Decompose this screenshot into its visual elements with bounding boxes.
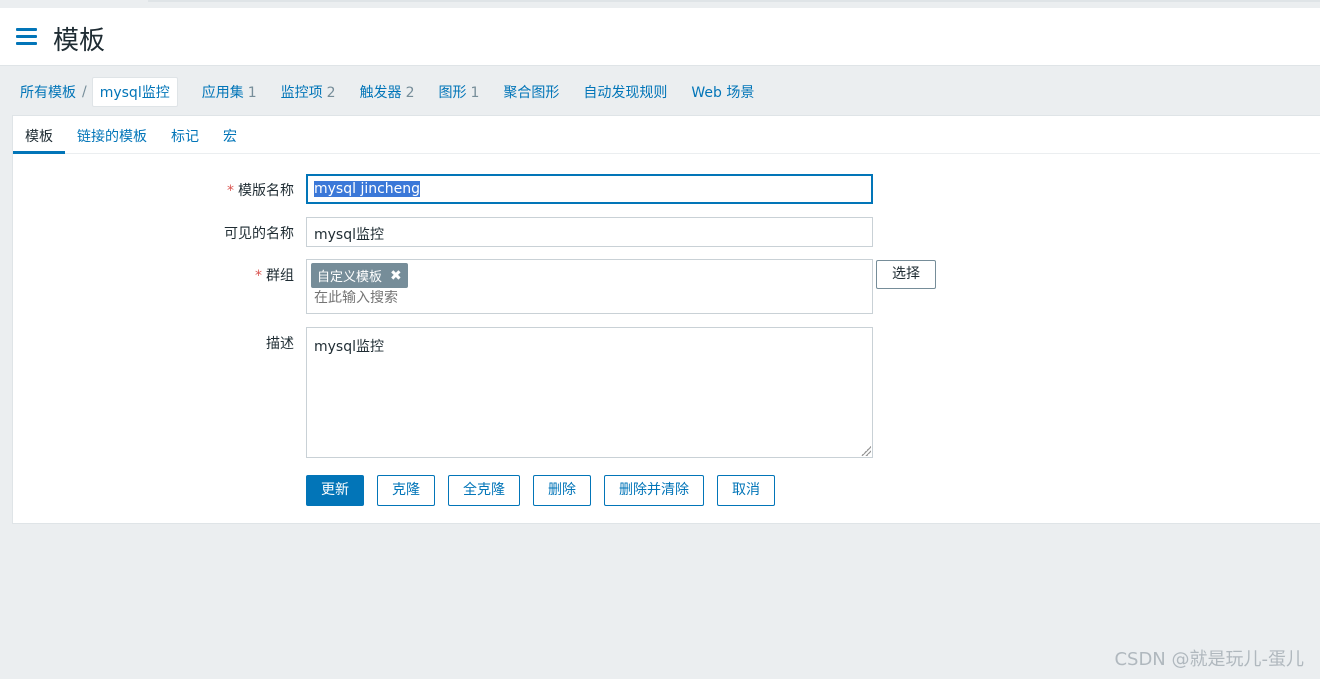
- tab-template[interactable]: 模板: [13, 116, 65, 154]
- group-chip: 自定义模板 ✖: [311, 263, 408, 288]
- nav-items-count: 2: [326, 85, 336, 101]
- nav-screens-label: 聚合图形: [503, 85, 560, 101]
- hamburger-menu-icon[interactable]: [16, 28, 37, 45]
- nav-discovery-rules[interactable]: 自动发现规则: [583, 82, 667, 102]
- breadcrumb-all-templates[interactable]: 所有模板: [12, 82, 76, 102]
- description-label: 描述: [266, 336, 294, 352]
- update-button[interactable]: 更新: [306, 475, 364, 506]
- cancel-button[interactable]: 取消: [717, 475, 775, 506]
- required-mark: *: [227, 183, 234, 199]
- watermark: CSDN @就是玩儿-蛋儿: [1114, 649, 1304, 670]
- top-strip-bar: [148, 0, 1320, 2]
- nav-web-scenarios[interactable]: Web 场景: [691, 82, 754, 102]
- form-actions: 更新 克隆 全克隆 删除 删除并清除 取消: [306, 475, 788, 506]
- required-mark: *: [255, 268, 262, 284]
- nav-graphs-count: 1: [470, 85, 480, 101]
- description-textarea[interactable]: mysql监控: [306, 327, 873, 458]
- tab-tags[interactable]: 标记: [159, 116, 211, 154]
- visible-name-label: 可见的名称: [224, 226, 294, 242]
- nav-applications-count: 1: [247, 85, 257, 101]
- nav-items[interactable]: 监控项 2: [281, 82, 336, 102]
- nav-screens[interactable]: 聚合图形: [503, 82, 559, 102]
- groups-multiselect[interactable]: 自定义模板 ✖: [306, 259, 873, 314]
- nav-applications-label: 应用集: [201, 85, 244, 101]
- groups-label: * 群组: [255, 265, 294, 285]
- nav-applications[interactable]: 应用集 1: [202, 82, 257, 102]
- visible-name-input[interactable]: mysql监控: [306, 217, 873, 247]
- nav-graphs[interactable]: 图形 1: [438, 82, 479, 102]
- breadcrumb-current-template[interactable]: mysql监控: [91, 77, 178, 107]
- full-clone-button[interactable]: 全克隆: [448, 475, 520, 506]
- breadcrumb-separator: /: [82, 84, 87, 100]
- select-groups-button[interactable]: 选择: [876, 260, 936, 289]
- nav-triggers-label: 触发器: [359, 85, 402, 101]
- group-chip-label: 自定义模板: [317, 270, 383, 285]
- page-header: 模板: [0, 8, 1320, 66]
- template-name-label-text: 模版名称: [238, 183, 294, 199]
- resize-grip-icon[interactable]: [861, 446, 871, 456]
- description-value: mysql监控: [314, 339, 384, 355]
- nav-web-scenarios-label: Web 场景: [691, 85, 755, 101]
- nav-items-label: 监控项: [280, 85, 323, 101]
- template-name-input[interactable]: mysql jincheng: [306, 174, 873, 204]
- delete-and-clear-button[interactable]: 删除并清除: [604, 475, 704, 506]
- tab-macros[interactable]: 宏: [211, 116, 249, 154]
- template-form-panel: 模板 链接的模板 标记 宏 * 模版名称 mysql jincheng 可见的名称…: [12, 115, 1320, 524]
- nav-graphs-label: 图形: [438, 85, 467, 101]
- template-name-label: * 模版名称: [227, 180, 294, 200]
- template-name-value: mysql jincheng: [314, 181, 421, 197]
- nav-discovery-rules-label: 自动发现规则: [583, 85, 668, 101]
- clone-button[interactable]: 克隆: [377, 475, 435, 506]
- page-title: 模板: [53, 26, 106, 56]
- nav-triggers-count: 2: [405, 85, 415, 101]
- tab-linked-templates[interactable]: 链接的模板: [65, 116, 159, 154]
- remove-chip-icon[interactable]: ✖: [390, 268, 402, 284]
- delete-button[interactable]: 删除: [533, 475, 591, 506]
- form-tabs: 模板 链接的模板 标记 宏: [13, 116, 1320, 154]
- nav-triggers[interactable]: 触发器 2: [360, 82, 415, 102]
- groups-label-text: 群组: [266, 268, 294, 284]
- top-strip: [0, 0, 1320, 8]
- groups-search-input[interactable]: [314, 290, 854, 306]
- breadcrumb: 所有模板 / mysql监控 应用集 1 监控项 2 触发器 2 图形 1 聚合图形 自…: [12, 76, 754, 108]
